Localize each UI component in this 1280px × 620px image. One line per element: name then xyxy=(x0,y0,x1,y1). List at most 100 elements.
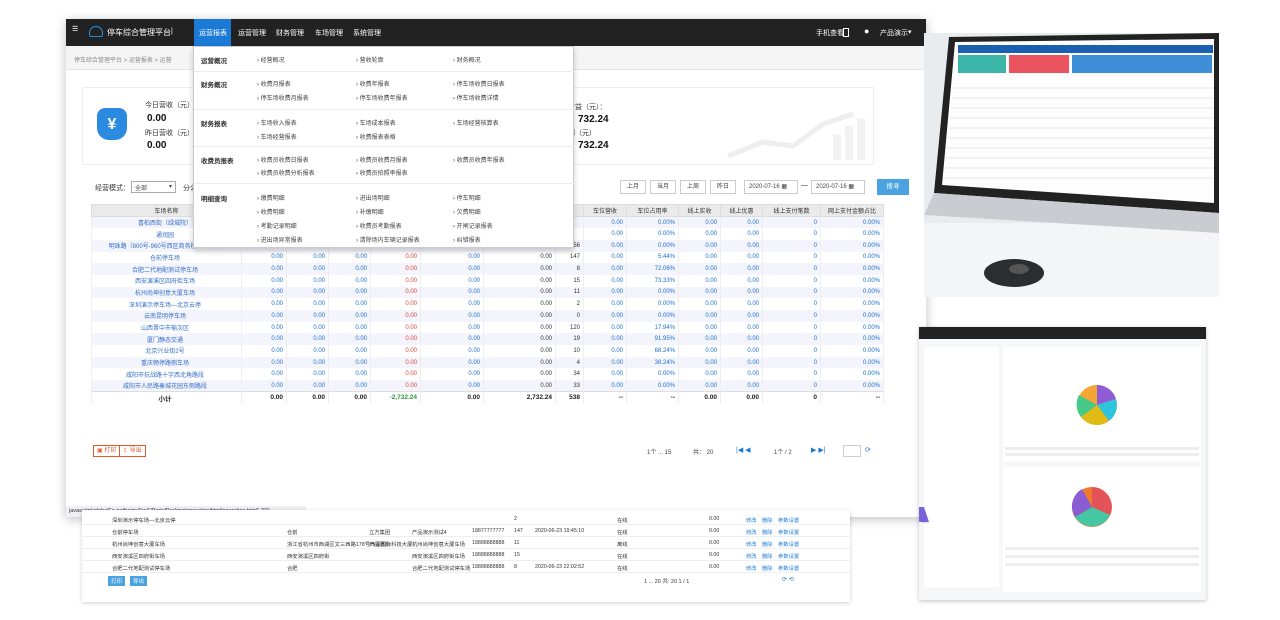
menu-item[interactable]: 收费年报表 xyxy=(360,82,390,88)
top-navbar: ☰ 停车综合管理平台 | 运营报表 运营管理 财务管理 车场管理 系统管理 手机… xyxy=(66,19,926,46)
menu-item[interactable]: 营收轮廓 xyxy=(360,58,384,64)
row-action-link[interactable]: 参数设置 xyxy=(778,516,799,524)
row-action-link[interactable]: 参数设置 xyxy=(778,552,799,560)
menu-item[interactable]: 收费员收费月报表 xyxy=(360,158,408,164)
parking-name-cell[interactable]: 咸阳市抗战路十字西北角路段 xyxy=(91,368,242,381)
export-button[interactable]: ⇪ 导出 xyxy=(119,445,146,457)
row-action-link[interactable]: 删除 xyxy=(762,564,773,572)
back-print-button[interactable]: 打印 xyxy=(108,576,126,586)
menu-icon[interactable]: ☰ xyxy=(72,25,78,33)
menu-item[interactable]: 欠费明细 xyxy=(457,210,481,216)
menu-item[interactable]: 收费员拍照率报表 xyxy=(360,171,408,177)
menu-item[interactable]: 进出场异常报表 xyxy=(261,238,303,244)
table-cell: 0.00 xyxy=(720,356,763,369)
chevron-down-icon[interactable]: ▾ xyxy=(908,28,912,36)
table-cell: 0.00 xyxy=(241,345,287,357)
column-header[interactable]: 车位占用率 xyxy=(626,204,679,217)
parking-name-cell[interactable]: 厦门静态交通 xyxy=(91,333,242,346)
table-cell: 38.24% xyxy=(626,356,679,369)
column-header[interactable]: 线上优惠 xyxy=(720,204,763,217)
menu-item[interactable]: 开闸记录报表 xyxy=(457,224,493,230)
row-action-link[interactable]: 删除 xyxy=(762,552,773,560)
last-week-button[interactable]: 上周 xyxy=(680,180,706,194)
last-month-button[interactable]: 上月 xyxy=(620,180,646,194)
list-cell: 在线 xyxy=(617,530,628,536)
first-page-icon[interactable]: |◀ ◀ xyxy=(736,446,751,454)
column-header[interactable]: 线上支付笔数 xyxy=(762,204,821,217)
row-action-link[interactable]: 修改 xyxy=(746,540,757,548)
table-row: 咸阳市人民路秦城花园东侧路段 0.00 0.00 0.00 0.00 0.00 0.00 33… xyxy=(91,380,884,392)
mode-select[interactable]: 全部 ▾ xyxy=(131,181,176,193)
menu-item[interactable]: 车场经营报表 xyxy=(261,135,297,141)
row-action-link[interactable]: 修改 xyxy=(746,564,757,572)
row-action-link[interactable]: 参数设置 xyxy=(778,564,799,572)
column-header[interactable]: 网上支付金额占比 xyxy=(820,204,884,217)
table-cell: 0.00 xyxy=(328,380,371,392)
row-action-link[interactable]: 修改 xyxy=(746,516,757,524)
parking-name-cell[interactable]: 合肥二代地配测试停车场 xyxy=(91,263,242,275)
menu-item[interactable]: 进出场明细 xyxy=(360,196,390,202)
refresh-icon[interactable]: ⟳ xyxy=(865,446,871,454)
menu-item[interactable]: 收费员收费年报表 xyxy=(457,158,505,164)
user-menu[interactable]: 产品演示 xyxy=(880,28,908,38)
menu-item[interactable]: 停车场收费日报表 xyxy=(457,82,505,88)
menu-item[interactable]: 车场成本报表 xyxy=(360,121,396,127)
search-button[interactable]: 搜寻 xyxy=(877,179,909,195)
menu-item[interactable]: 考勤记录明细 xyxy=(261,224,297,230)
parking-name-cell[interactable]: 山西晋中市榆次区 xyxy=(91,321,242,334)
row-action-link[interactable]: 参数设置 xyxy=(778,528,799,536)
row-action-link[interactable]: 参数设置 xyxy=(778,540,799,548)
menu-item[interactable]: 收费月报表 xyxy=(261,82,291,88)
menu-item[interactable]: 缴费明细 xyxy=(261,196,285,202)
yesterday-button[interactable]: 昨日 xyxy=(710,180,736,194)
row-action-link[interactable]: 删除 xyxy=(762,528,773,536)
print-button[interactable]: ▣ 打印 xyxy=(93,445,121,457)
menu-item[interactable]: 停车明细 xyxy=(457,196,481,202)
page-jump-input[interactable] xyxy=(843,445,861,457)
nav-tab-operation[interactable]: 运营管理 xyxy=(238,28,266,38)
nav-tab-park[interactable]: 车场管理 xyxy=(315,28,343,38)
menu-item[interactable]: 收费员收费日报表 xyxy=(261,158,309,164)
column-header[interactable]: 线上实收 xyxy=(678,204,721,217)
this-month-button[interactable]: 当月 xyxy=(650,180,676,194)
menu-item[interactable]: 收费报表表格 xyxy=(360,135,396,141)
mobile-view-link[interactable]: 手机查看 xyxy=(816,28,844,38)
menu-item[interactable]: 补缴明细 xyxy=(360,210,384,216)
menu-item[interactable]: 收费明细 xyxy=(261,210,285,216)
menu-item[interactable]: 财务概况 xyxy=(457,58,481,64)
menu-item[interactable]: 纠错报表 xyxy=(457,238,481,244)
row-action-link[interactable]: 修改 xyxy=(746,528,757,536)
menu-item[interactable]: 收费员收费分析报表 xyxy=(261,171,315,177)
menu-item[interactable]: 收费员考勤报表 xyxy=(360,224,402,230)
menu-item[interactable]: 停车场收费月报表 xyxy=(261,96,309,102)
menu-item[interactable]: 车场经营核算表 xyxy=(457,121,499,127)
menu-item[interactable]: 车场收入报表 xyxy=(261,121,297,127)
parking-name-cell[interactable]: 杭州尚坤创意大厦车场 xyxy=(91,286,242,299)
back-export-button[interactable]: 导出 xyxy=(130,576,148,586)
date-to-input[interactable]: 2020-07-16 ▦ xyxy=(811,180,865,194)
column-header[interactable]: 车位营收 xyxy=(583,204,627,217)
parking-name-cell[interactable]: 深圳演示停车场—北京云停 xyxy=(91,298,242,310)
row-action-link[interactable]: 删除 xyxy=(762,540,773,548)
parking-name-cell[interactable]: 仓前停车场 xyxy=(91,251,242,264)
parking-name-cell[interactable]: 重庆畅停路侧车场 xyxy=(91,356,242,369)
nav-tab-system[interactable]: 系统管理 xyxy=(353,28,381,38)
date-from-input[interactable]: 2020-07-16 ▦ xyxy=(744,180,798,194)
menu-item[interactable]: 清除场内车辆记录报表 xyxy=(360,238,420,244)
row-action-link[interactable]: 删除 xyxy=(762,516,773,524)
row-action-link[interactable]: 修改 xyxy=(746,552,757,560)
menu-item[interactable]: 停车场收费年报表 xyxy=(360,96,408,102)
menu-item[interactable]: 停车场收费详情 xyxy=(457,96,499,102)
phone-icon[interactable] xyxy=(843,28,849,37)
user-icon[interactable]: ● xyxy=(864,26,869,36)
parking-name-cell[interactable]: 云南昆明停车场 xyxy=(91,310,242,322)
parking-name-cell[interactable]: 咸阳市人民路秦城花园东侧路段 xyxy=(91,380,242,392)
parking-name-cell[interactable]: 北京兴业街2号 xyxy=(91,345,242,357)
menu-item[interactable]: 经营概况 xyxy=(261,58,285,64)
nav-tab-report[interactable]: 运营报表 xyxy=(199,28,227,38)
parking-name-cell[interactable]: 西安演溪区四府街车场 xyxy=(91,274,242,287)
nav-tab-finance[interactable]: 财务管理 xyxy=(276,28,304,38)
next-page-icon[interactable]: ▶ ▶| xyxy=(811,446,826,454)
back-refresh-icon[interactable]: ⟳ ⟲ xyxy=(782,576,794,583)
table-cell: 5.44% xyxy=(626,251,679,264)
